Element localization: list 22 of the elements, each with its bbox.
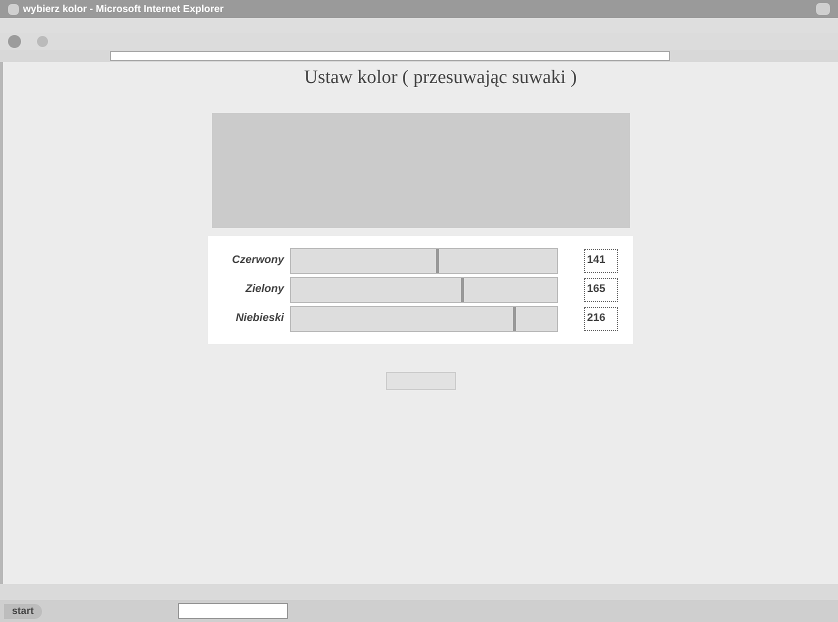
browser-icon: [8, 4, 19, 14]
start-button[interactable]: start: [4, 604, 42, 618]
slider-thumb[interactable]: [460, 278, 464, 302]
value-field[interactable]: 216: [584, 306, 618, 330]
slider-track[interactable]: [290, 306, 558, 332]
slider-thumb[interactable]: [436, 248, 439, 272]
window-title: wybierz kolor - Microsoft Internet Explorer: [23, 2, 224, 16]
page-heading: Ustaw kolor ( przesuwając suwaki ): [304, 66, 577, 90]
slider-label: Czerwony: [231, 253, 284, 268]
back-icon[interactable]: [8, 35, 21, 48]
taskbar-button[interactable]: [178, 603, 288, 619]
value-field[interactable]: 141: [584, 248, 618, 272]
slider-label: Niebieski: [234, 311, 284, 326]
forward-icon[interactable]: [37, 36, 48, 47]
address-field[interactable]: [110, 51, 670, 61]
slider-track[interactable]: [290, 248, 558, 274]
value-field[interactable]: 165: [584, 278, 618, 302]
close-button[interactable]: [816, 3, 830, 15]
slider-track[interactable]: [290, 276, 558, 302]
slider-label: Zielony: [244, 282, 284, 298]
slider-thumb[interactable]: [512, 306, 516, 330]
submit-button[interactable]: [386, 372, 456, 390]
